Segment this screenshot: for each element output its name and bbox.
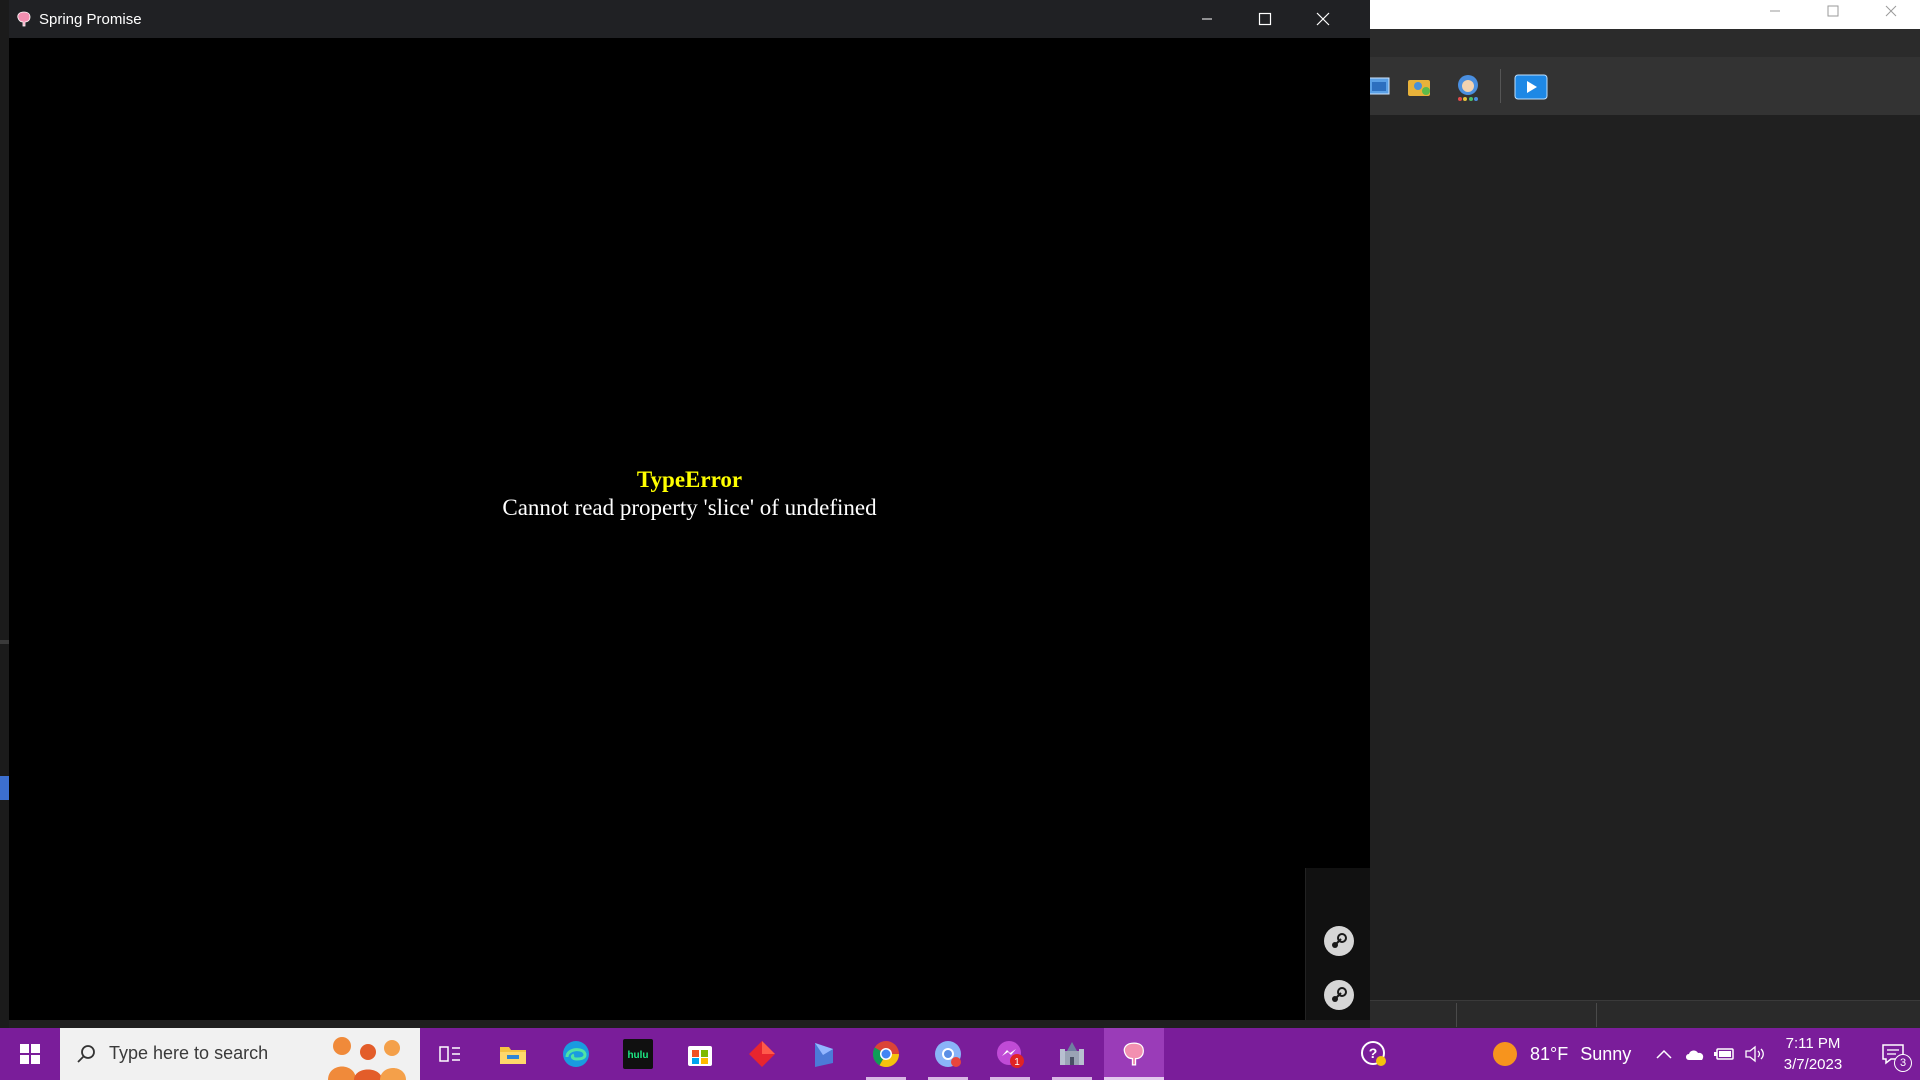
battery-icon bbox=[1714, 1048, 1734, 1060]
background-app-statusbar bbox=[1370, 1000, 1920, 1028]
play-video-icon bbox=[1514, 74, 1548, 100]
minimize-icon bbox=[1770, 10, 1780, 12]
taskbar-search-box[interactable]: Type here to search bbox=[60, 1028, 420, 1080]
steam-icon bbox=[1328, 930, 1350, 952]
steam-icon bbox=[1328, 984, 1350, 1006]
messenger-icon: 1 bbox=[997, 1041, 1024, 1068]
chrome-icon bbox=[872, 1041, 900, 1068]
svg-text:hulu: hulu bbox=[627, 1050, 648, 1061]
bg-maximize-button[interactable] bbox=[1804, 0, 1862, 22]
spring-promise-icon bbox=[1123, 1042, 1144, 1066]
maximize-icon bbox=[1827, 5, 1839, 17]
volume-icon bbox=[1745, 1045, 1764, 1063]
app-logo-icon bbox=[815, 1043, 833, 1067]
hulu-icon: hulu bbox=[623, 1039, 653, 1069]
start-button[interactable] bbox=[0, 1028, 60, 1080]
steam-overlay-panel bbox=[1305, 868, 1370, 1020]
store-button[interactable] bbox=[670, 1028, 730, 1080]
maximize-button[interactable] bbox=[1236, 0, 1294, 38]
cloud-icon bbox=[1686, 1050, 1704, 1060]
background-window-edge bbox=[0, 0, 9, 1028]
spring-promise-window: Spring Promise TypeError Cannot read pro… bbox=[9, 0, 1370, 1020]
background-app-titlebar bbox=[1370, 0, 1920, 29]
background-app-menubar bbox=[1370, 29, 1920, 57]
steam-button[interactable] bbox=[1324, 926, 1354, 956]
blue-app-button[interactable] bbox=[794, 1028, 854, 1080]
spring-promise-taskbar-button[interactable] bbox=[1104, 1028, 1164, 1080]
edge-highlight bbox=[0, 776, 9, 800]
close-button[interactable] bbox=[1294, 0, 1352, 38]
notification-badge: 3 bbox=[1894, 1054, 1912, 1072]
edge-button[interactable] bbox=[546, 1028, 606, 1080]
red-app-button[interactable] bbox=[732, 1028, 792, 1080]
bg-minimize-button[interactable] bbox=[1746, 0, 1804, 22]
spring-promise-app-icon bbox=[17, 11, 31, 27]
weather-condition: Sunny bbox=[1580, 1043, 1632, 1064]
folder-people-button[interactable] bbox=[1405, 72, 1435, 102]
castle-app-button[interactable] bbox=[1042, 1028, 1102, 1080]
search-highlight-art-icon bbox=[328, 1037, 406, 1080]
bg-close-button[interactable] bbox=[1862, 0, 1920, 22]
store-icon bbox=[688, 1046, 712, 1066]
volume-button[interactable] bbox=[1740, 1028, 1770, 1080]
error-type: TypeError bbox=[636, 467, 743, 492]
notification-center-button[interactable]: 3 bbox=[1866, 1028, 1920, 1080]
chrome-alt-icon bbox=[935, 1041, 961, 1067]
play-video-button[interactable] bbox=[1514, 72, 1548, 102]
show-hidden-icons-button[interactable] bbox=[1650, 1028, 1678, 1080]
clock-time: 7:11 PM bbox=[1785, 1035, 1841, 1052]
svg-text:?: ? bbox=[1369, 1045, 1378, 1061]
messenger-badge-count: 1 bbox=[1014, 1057, 1020, 1068]
file-explorer-icon bbox=[500, 1047, 526, 1064]
edge-mark bbox=[0, 640, 9, 644]
battery-button[interactable] bbox=[1710, 1028, 1740, 1080]
castle-icon bbox=[1060, 1042, 1084, 1065]
window-titlebar[interactable]: Spring Promise bbox=[9, 0, 1370, 38]
toolbar-separator bbox=[1500, 69, 1501, 103]
clock-date: 3/7/2023 bbox=[1783, 1056, 1843, 1073]
windows-logo-icon bbox=[20, 1044, 40, 1064]
maximize-icon bbox=[1258, 12, 1272, 26]
help-icon: ? bbox=[1361, 1041, 1386, 1066]
status-divider bbox=[1456, 1003, 1457, 1027]
background-app-toolbar bbox=[1368, 57, 1920, 115]
error-text: Cannot read property 'slice' of undefine… bbox=[502, 495, 877, 520]
messenger-button[interactable]: 1 bbox=[980, 1028, 1040, 1080]
taskbar: Type here to search hulu 1 ? 81°F Sunny … bbox=[0, 1028, 1920, 1080]
folder-people-icon bbox=[1408, 80, 1430, 96]
background-app-window bbox=[1368, 0, 1920, 1028]
game-canvas[interactable]: TypeError Cannot read property 'slice' o… bbox=[9, 38, 1370, 1020]
image-icon bbox=[1368, 77, 1390, 95]
search-placeholder: Type here to search bbox=[109, 1043, 269, 1063]
hulu-button[interactable]: hulu bbox=[608, 1028, 668, 1080]
weather-widget[interactable]: 81°F Sunny bbox=[1492, 1028, 1631, 1080]
steam-button[interactable] bbox=[1324, 980, 1354, 1010]
taskbar-clock[interactable]: 7:11 PM 3/7/2023 bbox=[1770, 1033, 1856, 1075]
error-message-block: TypeError Cannot read property 'slice' o… bbox=[9, 466, 1370, 522]
character-button[interactable] bbox=[1453, 72, 1483, 102]
chrome-button[interactable] bbox=[856, 1028, 916, 1080]
character-icon bbox=[1458, 75, 1478, 101]
close-icon bbox=[1885, 5, 1897, 17]
edge-icon bbox=[563, 1041, 589, 1067]
file-explorer-button[interactable] bbox=[483, 1028, 543, 1080]
weather-temperature: 81°F bbox=[1530, 1043, 1569, 1064]
onedrive-button[interactable] bbox=[1680, 1028, 1710, 1080]
task-view-button[interactable] bbox=[420, 1028, 480, 1080]
status-divider bbox=[1596, 1003, 1597, 1027]
close-icon bbox=[1316, 12, 1330, 26]
minimize-icon bbox=[1202, 18, 1212, 20]
red-diamond-icon bbox=[749, 1041, 775, 1067]
minimize-button[interactable] bbox=[1178, 0, 1236, 38]
chevron-up-icon bbox=[1656, 1049, 1672, 1059]
chrome-profile-button[interactable] bbox=[918, 1028, 978, 1080]
task-view-icon bbox=[439, 1046, 460, 1062]
sun-icon bbox=[1493, 1042, 1517, 1066]
help-tray-button[interactable]: ? bbox=[1352, 1028, 1396, 1080]
search-icon bbox=[77, 1045, 95, 1063]
window-title: Spring Promise bbox=[39, 11, 142, 28]
